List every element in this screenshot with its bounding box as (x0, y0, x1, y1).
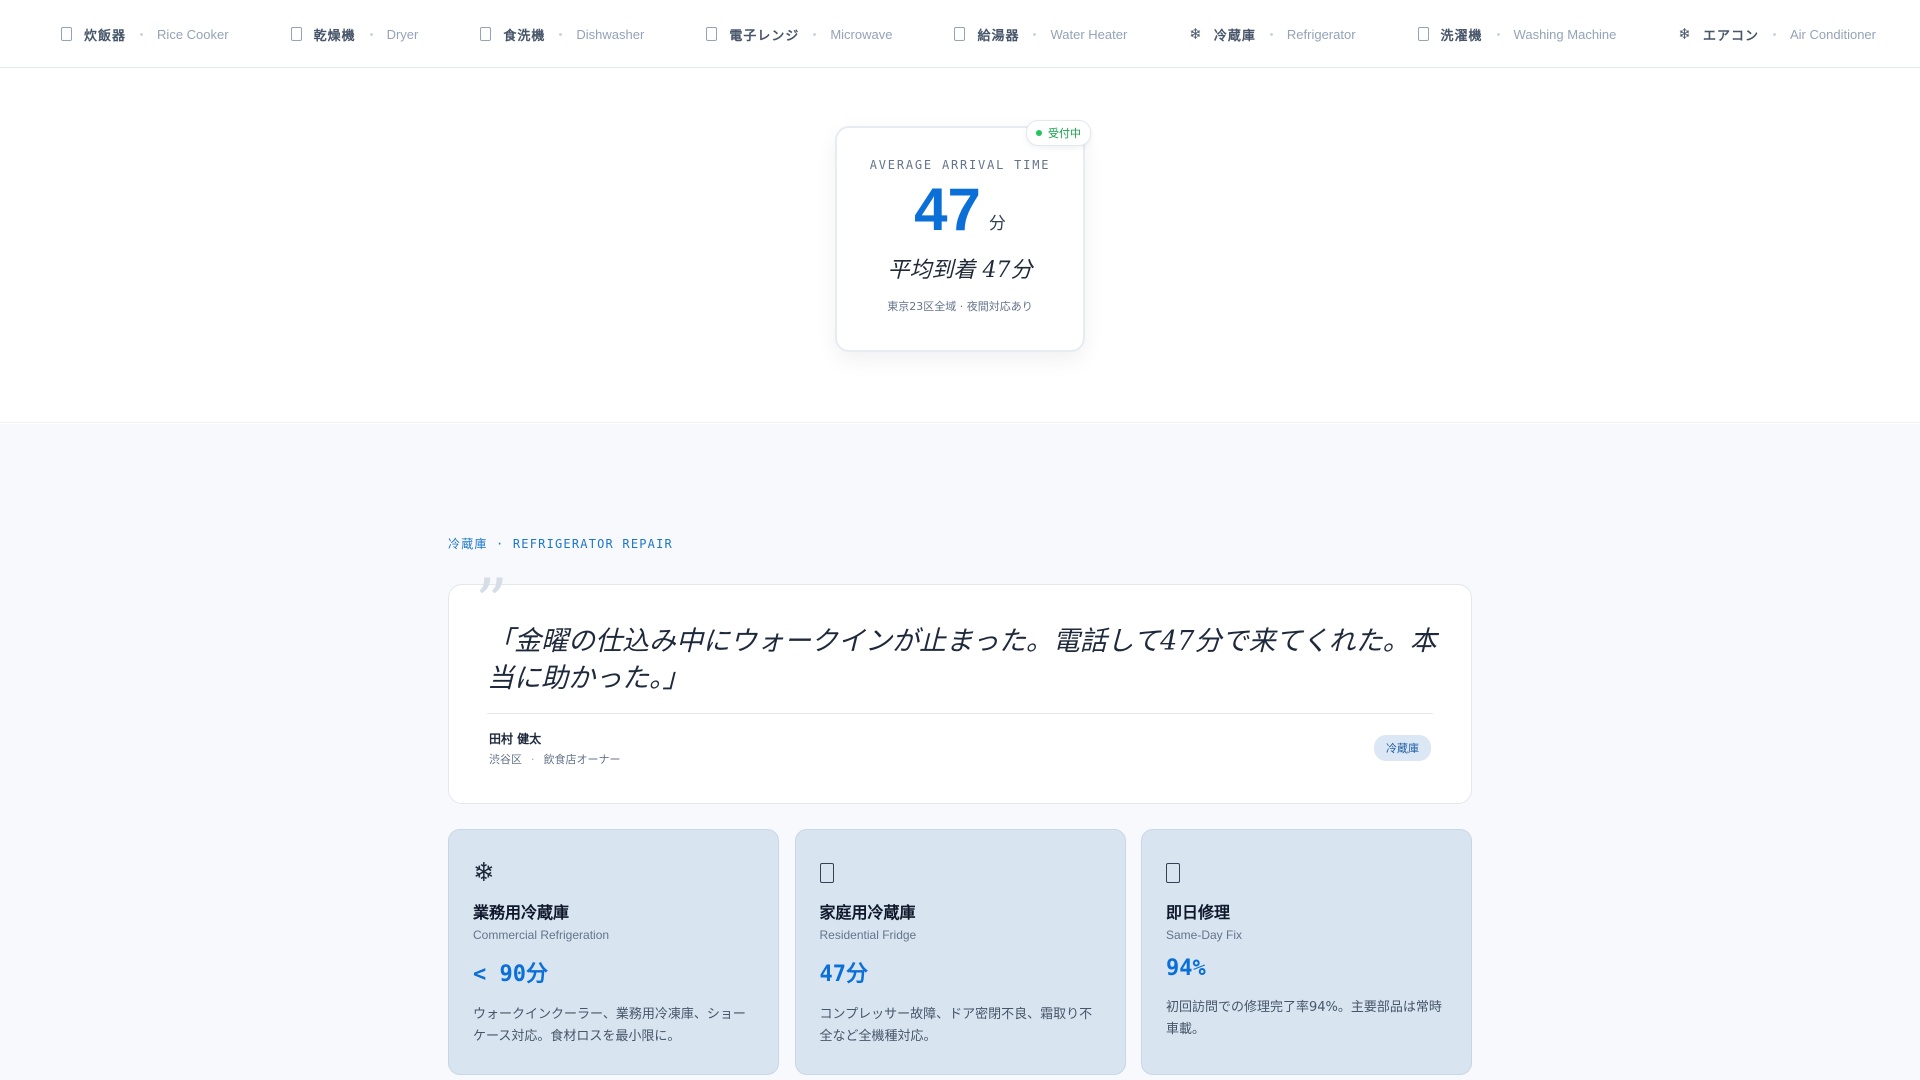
separator-dot (1773, 32, 1776, 36)
service-cards: ❄ 業務用冷蔵庫 Commercial Refrigeration < 90分 … (448, 829, 1472, 1075)
marquee-item-jp: 食洗機 (503, 28, 546, 44)
separator-dot (1496, 32, 1500, 36)
separator-dot (369, 32, 373, 36)
stat-subtext: 東京23区全域 · 夜間対応あり (887, 300, 1033, 313)
marquee-item-en: Dryer (386, 26, 419, 42)
service-description: 初回訪問での修理完了率94%。主要部品は常時車載。 (1166, 1000, 1442, 1037)
author-meta: 渋谷区 · 飲食店オーナー (489, 751, 621, 767)
marquee-item-jp: 炊飯器 (84, 28, 127, 44)
refrigerator-section: 冷蔵庫 · REFRIGERATOR REPAIR ” 「金曜の仕込み中にウォー… (0, 424, 1920, 1080)
service-metric: < 90分 (473, 962, 548, 987)
appliance-marquee: oner 炊飯器 Rice Cooker 乾燥機 Dryer 食洗機 Dishw… (0, 0, 1920, 68)
stat-eyebrow: AVERAGE ARRIVAL TIME (869, 158, 1051, 172)
marquee-item-en: Water Heater (1050, 26, 1128, 42)
status-dot-icon (1036, 130, 1042, 136)
separator-dot (1033, 32, 1037, 36)
service-subtitle: Residential Fridge (819, 928, 917, 942)
service-card-residential[interactable]: 家庭用冷蔵庫 Residential Fridge 47分 コンプレッサー故障、… (794, 829, 1126, 1075)
service-card-same-day[interactable]: 即日修理 Same-Day Fix 94% 初回訪問での修理完了率94%。主要部… (1141, 829, 1472, 1075)
marquee-item-water-heater[interactable]: 給湯器 Water Heater (954, 0, 1128, 67)
stat-caption: 平均到着 47分 (887, 258, 1033, 283)
status-label: 受付中 (1048, 127, 1081, 140)
fridge-icon (819, 858, 1101, 888)
separator-dot (140, 32, 144, 36)
marquee-item-refrigerator[interactable]: ❄ 冷蔵庫 Refrigerator (1189, 0, 1356, 67)
marquee-item-en: Washing Machine (1513, 26, 1617, 42)
appliance-icon (480, 27, 492, 41)
marquee-item-jp: 電子レンジ (729, 28, 800, 44)
marquee-item-rice-cooker[interactable]: 炊飯器 Rice Cooker (61, 0, 229, 67)
appliance-icon (954, 27, 966, 41)
marquee-item-microwave[interactable]: 電子レンジ Microwave (706, 0, 893, 67)
service-title: 家庭用冷蔵庫 (819, 903, 916, 922)
marquee-item-jp: 洗濯機 (1440, 28, 1483, 44)
marquee-item-jp: 給湯器 (977, 28, 1020, 44)
stat-unit: 分 (988, 214, 1006, 234)
appliance-icon (706, 27, 718, 41)
marquee-item-en: Dishwasher (576, 26, 645, 42)
service-card-commercial[interactable]: ❄ 業務用冷蔵庫 Commercial Refrigeration < 90分 … (448, 829, 779, 1075)
author-location: 渋谷区 (489, 753, 522, 766)
marquee-item-washing-machine[interactable]: 洗濯機 Washing Machine (1417, 0, 1617, 67)
author-name: 田村 健太 (489, 732, 542, 746)
service-metric: 47分 (819, 962, 869, 987)
snowflake-icon: ❄ (1189, 24, 1202, 43)
appliance-icon (1417, 27, 1429, 41)
wrench-icon (1166, 858, 1447, 888)
service-metric: 94% (1166, 956, 1206, 981)
marquee-item-en: Refrigerator (1286, 26, 1356, 42)
meta-separator: · (531, 752, 535, 766)
section-eyebrow: 冷蔵庫 · REFRIGERATOR REPAIR (448, 537, 673, 551)
marquee-item-en: Microwave (830, 26, 893, 42)
marquee-item-jp: 冷蔵庫 (1213, 28, 1256, 44)
service-description: ウォークインクーラー、業務用冷凍庫、ショーケース対応。食材ロスを最小限に。 (473, 1007, 746, 1044)
separator-dot (1269, 32, 1273, 36)
service-subtitle: Commercial Refrigeration (473, 928, 610, 942)
separator-dot (559, 32, 563, 36)
author-role: 飲食店オーナー (543, 753, 621, 766)
marquee-item-air-conditioner[interactable]: ❄ エアコン Air Conditioner (1678, 0, 1876, 67)
snowflake-icon: ❄ (473, 858, 495, 888)
category-tag[interactable]: 冷蔵庫 (1374, 735, 1431, 761)
divider (487, 713, 1433, 714)
service-title: 即日修理 (1166, 903, 1231, 922)
arrival-time-card: 受付中 AVERAGE ARRIVAL TIME 47 分 平均到着 47分 東… (835, 120, 1091, 352)
marquee-item-en: Rice Cooker (157, 26, 229, 42)
marquee-item-jp: 乾燥機 (313, 28, 356, 44)
service-description: コンプレッサー故障、ドア密閉不良、霜取り不全など全機種対応。 (819, 1007, 1093, 1044)
marquee-item-dryer[interactable]: 乾燥機 Dryer (290, 0, 419, 67)
status-badge: 受付中 (1026, 120, 1091, 146)
marquee-item-dishwasher[interactable]: 食洗機 Dishwasher (480, 0, 645, 67)
testimonial-author: 田村 健太 渋谷区 · 飲食店オーナー (489, 730, 621, 767)
appliance-icon (290, 27, 302, 41)
stat-number-row: 47 分 (837, 180, 1083, 240)
service-title: 業務用冷蔵庫 (473, 903, 570, 922)
marquee-item-en: Air Conditioner (1790, 26, 1876, 42)
stat-number: 47 (914, 176, 981, 243)
marquee-item-jp: エアコン (1702, 28, 1759, 44)
snowflake-icon: ❄ (1678, 24, 1691, 43)
separator-dot (813, 32, 817, 36)
appliance-icon (61, 27, 73, 41)
testimonial-card: ” 「金曜の仕込み中にウォークインが止まった。電話して47分で来てくれた。本当に… (448, 571, 1472, 804)
service-subtitle: Same-Day Fix (1166, 928, 1243, 942)
testimonial-quote: 「金曜の仕込み中にウォークインが止まった。電話して47分で来てくれた。本当に助か… (487, 626, 1437, 694)
marquee-track: oner 炊飯器 Rice Cooker 乾燥機 Dryer 食洗機 Dishw… (0, 0, 1920, 67)
hero-section: 受付中 AVERAGE ARRIVAL TIME 47 分 平均到着 47分 東… (0, 69, 1920, 423)
